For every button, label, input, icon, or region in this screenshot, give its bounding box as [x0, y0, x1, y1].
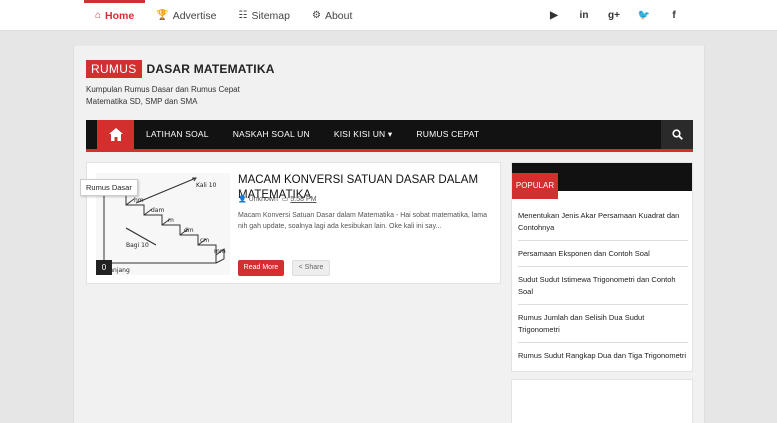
- main-nav: LATIHAN SOAL NASKAH SOAL UN KISI KISI UN…: [86, 120, 693, 152]
- main-nav-links: LATIHAN SOAL NASKAH SOAL UN KISI KISI UN…: [134, 120, 491, 149]
- top-bar: ⌂ Home 🏆 Advertise ☷ Sitemap ⚙ About ▶ i…: [0, 0, 777, 31]
- site-tagline: Kumpulan Rumus Dasar dan Rumus Cepat Mat…: [86, 85, 240, 106]
- main-nav-home-button[interactable]: [97, 120, 134, 149]
- search-icon: [671, 129, 683, 140]
- popular-item[interactable]: Menentukan Jenis Akar Persamaan Kuadrat …: [518, 207, 688, 241]
- home-icon: ⌂: [95, 10, 102, 21]
- top-nav-advertise[interactable]: 🏆 Advertise: [145, 0, 227, 31]
- comment-count-badge: 0: [96, 260, 112, 275]
- youtube-icon[interactable]: ▶: [539, 10, 569, 21]
- post-meta: 👤 Unknown ▭ 5:58 PM: [238, 195, 316, 204]
- share-icon: <: [298, 264, 303, 271]
- main-nav-naskah-soal-un[interactable]: NASKAH SOAL UN: [221, 120, 322, 149]
- google-plus-icon[interactable]: g+: [599, 10, 629, 21]
- popular-item[interactable]: Rumus Sudut Rangkap Dua dan Tiga Trigono…: [518, 347, 688, 368]
- popular-list: Menentukan Jenis Akar Persamaan Kuadrat …: [518, 207, 688, 372]
- home-icon: [108, 128, 123, 141]
- calendar-icon: ▭: [277, 196, 289, 203]
- logo-dark-part: DASAR MATEMATIKA: [146, 62, 275, 76]
- trophy-icon: 🏆: [156, 10, 169, 21]
- search-button[interactable]: [661, 120, 693, 149]
- post-excerpt: Macam Konversi Satuan Dasar dalam Matema…: [238, 212, 487, 230]
- main-nav-kisi-kisi-un[interactable]: KISI KISI UN ▾: [322, 120, 405, 149]
- share-label: Share: [304, 264, 324, 271]
- top-nav-sitemap[interactable]: ☷ Sitemap: [227, 0, 301, 31]
- bagi-label: Bagi 10: [126, 242, 149, 249]
- gear-icon: ⚙: [311, 10, 321, 21]
- post-time[interactable]: 5:58 PM: [290, 196, 316, 203]
- popular-item[interactable]: Persamaan Eksponen dan Contoh Soal: [518, 245, 688, 267]
- popular-item[interactable]: Sudut Sudut Istimewa Trigonometri dan Co…: [518, 271, 688, 305]
- post-card: Rumus Dasar km hm dam m: [80, 162, 501, 284]
- user-icon: 👤: [238, 196, 249, 203]
- top-nav: ⌂ Home 🏆 Advertise ☷ Sitemap ⚙ About: [84, 0, 363, 31]
- linkedin-icon[interactable]: in: [569, 10, 599, 21]
- main-nav-rumus-cepat[interactable]: RUMUS CEPAT: [404, 120, 491, 149]
- top-nav-about-label: About: [324, 9, 353, 22]
- top-nav-about[interactable]: ⚙ About: [301, 0, 363, 31]
- main-container: RUMUS DASAR MATEMATIKA Kumpulan Rumus Da…: [73, 46, 705, 423]
- share-button[interactable]: < Share: [292, 260, 330, 276]
- facebook-icon[interactable]: f: [659, 10, 689, 21]
- popular-tab[interactable]: POPULAR: [512, 173, 558, 199]
- unit-dm-label: dm: [184, 227, 194, 234]
- post-author[interactable]: Unknown: [249, 196, 278, 203]
- unit-cm-label: cm: [200, 237, 209, 244]
- popular-item[interactable]: Rumus Jumlah dan Selisih Dua Sudut Trigo…: [518, 309, 688, 343]
- unit-dam-label: dam: [151, 207, 164, 214]
- main-nav-latihan-soal[interactable]: LATIHAN SOAL: [134, 120, 221, 149]
- unit-mm-label: mm: [214, 248, 226, 255]
- social-links: ▶ in g+ 🐦 f: [539, 0, 689, 31]
- top-nav-advertise-label: Advertise: [172, 9, 217, 22]
- top-nav-home-label: Home: [105, 9, 135, 22]
- logo-red-part: RUMUS: [86, 60, 142, 78]
- top-nav-home[interactable]: ⌂ Home: [84, 0, 146, 31]
- sitemap-icon: ☷: [238, 10, 248, 21]
- top-nav-sitemap-label: Sitemap: [251, 9, 290, 22]
- unit-m-label: m: [168, 217, 174, 224]
- category-badge[interactable]: Rumus Dasar: [80, 179, 138, 196]
- popular-widget: POPULAR Menentukan Jenis Akar Persamaan …: [511, 162, 693, 372]
- site-logo[interactable]: RUMUS DASAR MATEMATIKA: [86, 60, 280, 78]
- twitter-icon[interactable]: 🐦: [629, 10, 659, 21]
- read-more-button[interactable]: Read More: [238, 260, 284, 276]
- kali-label: Kali 10: [196, 182, 217, 189]
- unit-hm-label: hm: [134, 197, 144, 204]
- sidebar-widget-2: [511, 379, 693, 423]
